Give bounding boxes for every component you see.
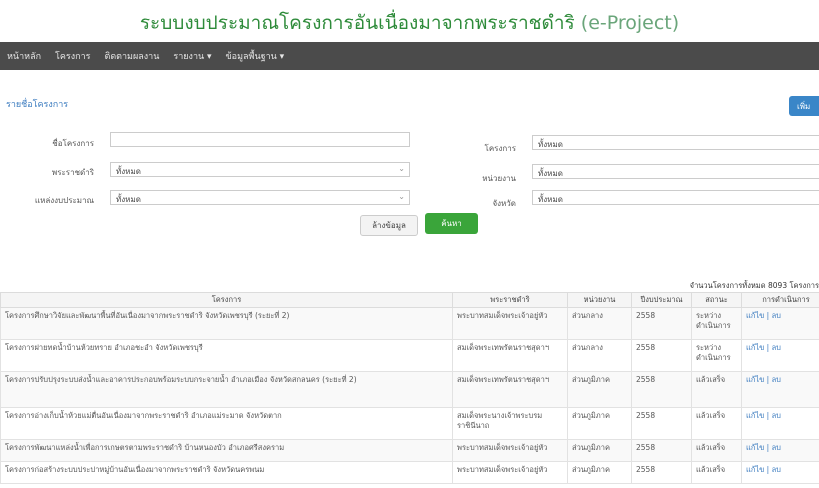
province-select[interactable]: ทั้งหมด (532, 190, 819, 205)
cell-agency: ส่วนภูมิภาค (567, 461, 632, 484)
row-action-links[interactable]: แก้ไข | ลบ (741, 307, 819, 340)
result-count: จำนวนโครงการทั้งหมด 8093 โครงการ (689, 281, 819, 290)
cell-project: โครงการพัฒนาแหล่งน้ำเพื่อการเกษตรตามพระร… (0, 439, 453, 462)
row-action-links[interactable]: แก้ไข | ลบ (741, 407, 819, 440)
project-type-label: โครงการ (484, 144, 516, 153)
royal-select[interactable]: ทั้งหมด ⌄ (110, 162, 410, 177)
projects-table: โครงการ พระราชดำริ หน่วยงาน ปีงบประมาณ ส… (0, 292, 819, 484)
cell-agency: ส่วนกลาง (567, 307, 632, 340)
province-label: จังหวัด (492, 199, 516, 208)
cell-year: 2558 (631, 339, 692, 372)
chevron-down-icon: ⌄ (398, 164, 405, 173)
cell-royal: สมเด็จพระเทพรัตนราชสุดาฯ (452, 371, 568, 408)
nav-item-tracking[interactable]: ติดตามผลงาน (97, 49, 166, 63)
table-row[interactable]: โครงการก่อสร้างระบบประปาหมู่บ้านอันเนื่อ… (0, 461, 819, 484)
cell-royal: พระบาทสมเด็จพระเจ้าอยู่หัว (452, 307, 568, 340)
row-action-links[interactable]: แก้ไข | ลบ (741, 461, 819, 484)
cell-royal: พระบาทสมเด็จพระเจ้าอยู่หัว (452, 439, 568, 462)
cell-agency: ส่วนกลาง (567, 339, 632, 372)
cell-project: โครงการศึกษาวิจัยและพัฒนาพื้นที่อันเนื่อ… (0, 307, 453, 340)
table-row[interactable]: โครงการฝายทดน้ำบ้านห้วยทราย อำเภอชะอำ จั… (0, 339, 819, 372)
table-row[interactable]: โครงการศึกษาวิจัยและพัฒนาพื้นที่อันเนื่อ… (0, 307, 819, 340)
cell-year: 2558 (631, 439, 692, 462)
cell-agency: ส่วนภูมิภาค (567, 371, 632, 408)
row-action-links[interactable]: แก้ไข | ลบ (741, 371, 819, 408)
chevron-down-icon: ⌄ (398, 192, 405, 201)
table-row[interactable]: โครงการพัฒนาแหล่งน้ำเพื่อการเกษตรตามพระร… (0, 439, 819, 462)
app-title-english: (e-Project) (580, 12, 680, 34)
table-header-row: โครงการ พระราชดำริ หน่วยงาน ปีงบประมาณ ส… (0, 292, 819, 308)
cell-status: แล้วเสร็จ (691, 407, 742, 440)
cell-royal: สมเด็จพระเทพรัตนราชสุดาฯ (452, 339, 568, 372)
cell-status: แล้วเสร็จ (691, 461, 742, 484)
cell-year: 2558 (631, 371, 692, 408)
column-header-action: การดำเนินการ (741, 292, 819, 308)
row-action-links[interactable]: แก้ไข | ลบ (741, 339, 819, 372)
add-project-button[interactable]: เพิ่ม (789, 96, 819, 116)
cell-year: 2558 (631, 407, 692, 440)
app-title-thai: ระบบงบประมาณโครงการอันเนื่องมาจากพระราชด… (139, 12, 575, 34)
cell-status: แล้วเสร็จ (691, 371, 742, 408)
table-row[interactable]: โครงการปรับปรุงระบบส่งน้ำและอาคารประกอบพ… (0, 371, 819, 408)
cell-project: โครงการก่อสร้างระบบประปาหมู่บ้านอันเนื่อ… (0, 461, 453, 484)
cell-agency: ส่วนภูมิภาค (567, 407, 632, 440)
column-header-status[interactable]: สถานะ (691, 292, 742, 308)
cell-project: โครงการฝายทดน้ำบ้านห้วยทราย อำเภอชะอำ จั… (0, 339, 453, 372)
cell-year: 2558 (631, 307, 692, 340)
budget-source-label: แหล่งงบประมาณ (34, 196, 94, 205)
cell-status: แล้วเสร็จ (691, 439, 742, 462)
nav-item-reports[interactable]: รายงาน ▾ (166, 49, 218, 63)
column-header-agency[interactable]: หน่วยงาน (567, 292, 632, 308)
agency-label: หน่วยงาน (482, 174, 516, 183)
page-title: รายชื่อโครงการ (6, 100, 69, 110)
nav-item-projects[interactable]: โครงการ (48, 49, 97, 63)
app-title: ระบบงบประมาณโครงการอันเนื่องมาจากพระราชด… (0, 8, 819, 38)
royal-select-value: ทั้งหมด (116, 167, 141, 176)
cell-status: ระหว่างดำเนินการ (691, 307, 742, 340)
cell-agency: ส่วนภูมิภาค (567, 439, 632, 462)
project-name-input[interactable] (110, 132, 410, 147)
cell-year: 2558 (631, 461, 692, 484)
agency-select[interactable]: ทั้งหมด (532, 164, 819, 179)
cell-royal: สมเด็จพระนางเจ้าพระบรมราชินีนาถ (452, 407, 568, 440)
project-name-label: ชื่อโครงการ (52, 139, 94, 148)
budget-source-select-value: ทั้งหมด (116, 195, 141, 204)
column-header-year[interactable]: ปีงบประมาณ (631, 292, 692, 308)
nav-item-master-data[interactable]: ข้อมูลพื้นฐาน ▾ (219, 49, 292, 63)
cell-royal: พระบาทสมเด็จพระเจ้าอยู่หัว (452, 461, 568, 484)
budget-source-select[interactable]: ทั้งหมด ⌄ (110, 190, 410, 205)
agency-select-value: ทั้งหมด (538, 169, 563, 178)
table-row[interactable]: โครงการอ่างเก็บน้ำห้วยแม่ตื่นอันเนื่องมา… (0, 407, 819, 440)
column-header-project[interactable]: โครงการ (0, 292, 453, 308)
row-action-links[interactable]: แก้ไข | ลบ (741, 439, 819, 462)
column-header-royal[interactable]: พระราชดำริ (452, 292, 568, 308)
project-type-select[interactable]: ทั้งหมด (532, 135, 819, 150)
royal-label: พระราชดำริ (51, 168, 94, 177)
top-navbar: หน้าหลัก โครงการ ติดตามผลงาน รายงาน ▾ ข้… (0, 42, 819, 70)
search-button[interactable]: ค้นหา (425, 213, 478, 234)
cell-project: โครงการปรับปรุงระบบส่งน้ำและอาคารประกอบพ… (0, 371, 453, 408)
province-select-value: ทั้งหมด (538, 195, 563, 204)
cell-project: โครงการอ่างเก็บน้ำห้วยแม่ตื่นอันเนื่องมา… (0, 407, 453, 440)
nav-item-home[interactable]: หน้าหลัก (0, 49, 48, 63)
project-type-select-value: ทั้งหมด (538, 140, 563, 149)
clear-button[interactable]: ล้างข้อมูล (360, 215, 418, 236)
cell-status: ระหว่างดำเนินการ (691, 339, 742, 372)
